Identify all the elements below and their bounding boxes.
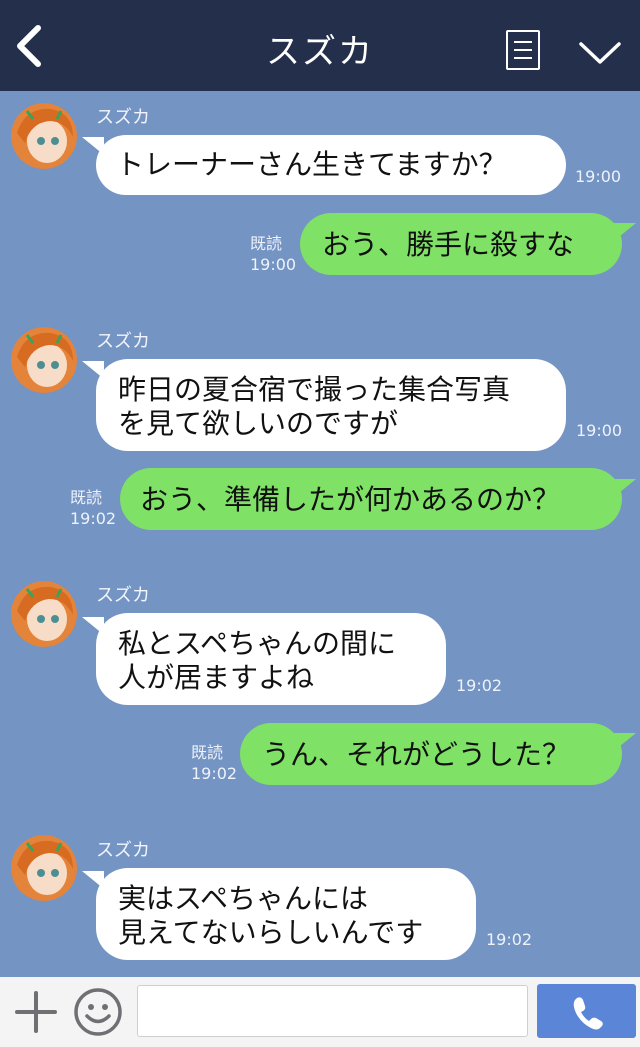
- menu-line: [514, 49, 532, 51]
- message-bubble[interactable]: おう、勝手に殺すな: [300, 213, 622, 275]
- menu-button[interactable]: [506, 30, 540, 70]
- avatar[interactable]: [11, 327, 77, 393]
- sender-name: スズカ: [96, 331, 150, 352]
- sender-name: スズカ: [96, 107, 150, 128]
- message-time: 19:00: [250, 255, 297, 274]
- chat-title: スズカ: [266, 32, 374, 72]
- avatar[interactable]: [11, 103, 77, 169]
- avatar-image: [11, 103, 77, 169]
- message-bubble[interactable]: おう、準備したが何かあるのか？: [120, 468, 622, 530]
- sender-name: スズカ: [96, 585, 150, 606]
- message-bubble[interactable]: トレーナーさん生きてますか？: [96, 135, 566, 195]
- plus-icon: [15, 991, 57, 1033]
- phone-icon: [573, 997, 603, 1030]
- message-bubble[interactable]: 私とスペちゃんの間に 人が居ますよね: [96, 613, 446, 705]
- call-button[interactable]: [537, 984, 636, 1038]
- message-time: 19:00: [575, 167, 622, 186]
- chevron-down-icon: [579, 42, 621, 64]
- read-receipt: 既読: [250, 234, 283, 253]
- avatar-image: [11, 835, 77, 901]
- expand-button[interactable]: [578, 38, 622, 68]
- read-receipt: 既読: [70, 488, 103, 507]
- emoji-button[interactable]: [73, 987, 123, 1037]
- message-time: 19:02: [70, 509, 117, 528]
- avatar-image: [11, 327, 77, 393]
- message-bubble[interactable]: 昨日の夏合宿で撮った集合写真 を見て欲しいのですが: [96, 359, 566, 451]
- message-time: 19:02: [486, 930, 533, 949]
- message-time: 19:00: [576, 421, 623, 440]
- message-list[interactable]: スズカ トレーナーさん生きてますか？ 19:00 既読 19:00 おう、勝手に…: [0, 91, 640, 977]
- read-receipt: 既読: [191, 743, 224, 762]
- smiley-icon: [74, 988, 122, 1036]
- chat-header: スズカ: [0, 0, 640, 91]
- sender-name: スズカ: [96, 840, 150, 861]
- message-input[interactable]: [137, 985, 528, 1037]
- avatar[interactable]: [11, 835, 77, 901]
- avatar-image: [11, 581, 77, 647]
- message-time: 19:02: [456, 676, 503, 695]
- avatar[interactable]: [11, 581, 77, 647]
- message-time: 19:02: [191, 764, 238, 783]
- menu-lines-icon: [514, 41, 532, 43]
- message-bubble[interactable]: 実はスペちゃんには 見えてないらしいんです: [96, 868, 476, 960]
- message-bubble[interactable]: うん、それがどうした？: [240, 723, 622, 785]
- plus-button[interactable]: [14, 990, 58, 1034]
- menu-line: [514, 57, 532, 59]
